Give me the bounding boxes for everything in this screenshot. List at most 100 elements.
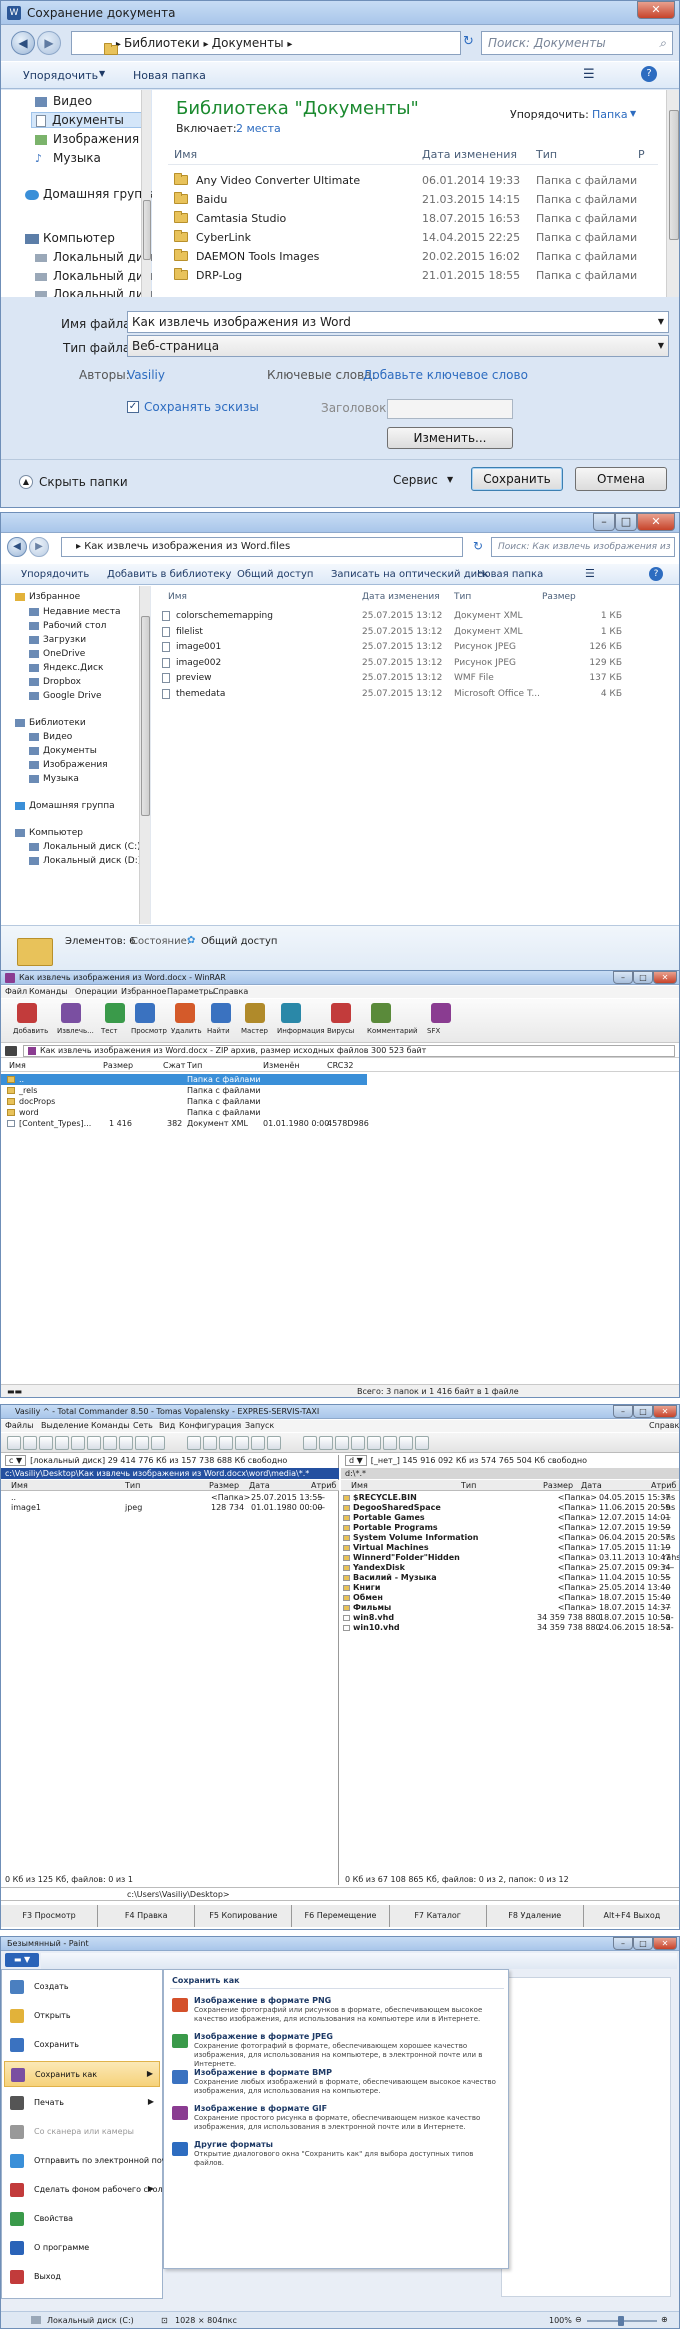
menu-item[interactable]: Выделение	[41, 1421, 89, 1430]
nav-local-disk[interactable]: Локальный диск	[35, 269, 158, 283]
toolbar-icon[interactable]	[383, 1436, 397, 1450]
close-button[interactable]: ✕	[637, 513, 675, 531]
nav-item[interactable]: Локальный диск (C:)	[29, 842, 141, 852]
fkey-button[interactable]: F7 Каталог	[390, 1905, 487, 1927]
refresh-icon[interactable]: ↻	[463, 34, 474, 49]
menu-item[interactable]: О программе	[4, 2235, 160, 2261]
left-path[interactable]: c:\Vasiliy\Desktop\Как извлечь изображен…	[1, 1468, 339, 1479]
file-row[interactable]: filelist 25.07.2015 13:12 Документ XML 1 КБ	[162, 626, 662, 638]
col-type[interactable]: Тип	[187, 1061, 202, 1070]
menu-item[interactable]: Сеть	[133, 1421, 153, 1430]
nav-item[interactable]: Недавние места	[29, 607, 121, 617]
file-row[interactable]: Winnerd"Folder"Hidden <Папка> 03.11.2013 1…	[341, 1553, 679, 1563]
file-row[interactable]: [Content_Types]... 1 416 382 Документ XML 01…	[1, 1118, 679, 1129]
left-drive-bar[interactable]: c ▼ [локальный диск] 29 414 776 Кб из 157…	[1, 1455, 339, 1467]
up-folder-icon[interactable]	[5, 1046, 17, 1056]
file-row[interactable]: DAEMON Tools Images 20.02.2015 16:02 Папка…	[168, 248, 658, 266]
file-row[interactable]: .. <Папка> 25.07.2015 13:55—	[1, 1493, 339, 1503]
nav-item[interactable]: Изображения	[29, 760, 108, 770]
col-attr[interactable]: Атриб	[311, 1480, 336, 1491]
file-row[interactable]: Virtual Machines <Папка> 17.05.2015 11:19—	[341, 1543, 679, 1553]
file-row[interactable]: Portable Programs <Папка> 12.07.2015 19:59…	[341, 1523, 679, 1533]
menu-item[interactable]: Отправить по электронной почте	[4, 2148, 176, 2174]
forward-button[interactable]: ▶	[37, 31, 61, 55]
burn-button[interactable]: Записать на оптический диск	[331, 569, 489, 580]
filename-input[interactable]: Как извлечь изображения из Word ▼	[127, 311, 669, 333]
menu-item[interactable]: Команды	[91, 1421, 130, 1430]
col-date[interactable]: Дата изменения	[362, 592, 440, 602]
organize-button[interactable]: Упорядочить	[21, 569, 89, 580]
col-date[interactable]: Дата	[581, 1480, 602, 1491]
zoom-in-icon[interactable]: ⊕	[661, 2315, 668, 2324]
col-size[interactable]: Размер	[542, 592, 576, 602]
nav-item[interactable]: Документы	[29, 746, 97, 756]
toolbar-icon[interactable]	[103, 1436, 117, 1450]
breadcrumb-documents[interactable]: Документы	[212, 36, 284, 50]
nav-homegroup[interactable]: Домашняя группа	[25, 187, 157, 201]
format-option[interactable]: Изображение в формате BMP Сохранение любы…	[168, 2066, 504, 2104]
file-row[interactable]: image002 25.07.2015 13:12 Рисунок JPEG 129 …	[162, 657, 662, 669]
nav-item[interactable]: Локальный диск (D:)	[29, 856, 141, 866]
address-bar[interactable]: ▸ Как извлечь изображения из Word.files	[61, 537, 463, 557]
format-option[interactable]: Изображение в формате JPEG Сохранение фот…	[168, 2030, 504, 2068]
file-row[interactable]: DRP-Log 21.01.2015 18:55 Папка с файлами	[168, 267, 658, 285]
toolbar-icon[interactable]	[351, 1436, 365, 1450]
minimize-button[interactable]: –	[593, 513, 615, 531]
path-field[interactable]: Как извлечь изображения из Word.docx - Z…	[23, 1045, 675, 1057]
fkey-button[interactable]: F3 Просмотр	[1, 1905, 99, 1927]
paint-menu-button[interactable]: ▬ ▼	[5, 1953, 39, 1967]
menu-help[interactable]: Справка	[649, 1421, 679, 1430]
tool-icon[interactable]	[61, 1003, 81, 1023]
file-row[interactable]: Camtasia Studio 18.07.2015 16:53 Папка с ф…	[168, 210, 658, 228]
toolbar-icon[interactable]	[23, 1436, 37, 1450]
file-row[interactable]: Portable Games <Папка> 12.07.2015 14:01—	[341, 1513, 679, 1523]
menu-item[interactable]: Открыть	[4, 2003, 160, 2029]
menu-item[interactable]: Конфигурация	[179, 1421, 241, 1430]
col-date[interactable]: Дата	[249, 1480, 270, 1491]
file-row[interactable]: _rels Папка с файлами	[1, 1085, 679, 1096]
file-row[interactable]: colorschememapping 25.07.2015 13:12 Докуме…	[162, 610, 662, 622]
right-path[interactable]: d:\*.*	[341, 1468, 679, 1479]
toolbar-icon[interactable]	[335, 1436, 349, 1450]
col-type[interactable]: Тип	[536, 148, 557, 161]
file-scroll-thumb[interactable]	[669, 110, 679, 240]
organize-button[interactable]: Упорядочить	[23, 69, 98, 82]
authors-value[interactable]: Vasiliy	[127, 368, 165, 382]
drive-select[interactable]: c ▼	[5, 1455, 27, 1466]
col-date[interactable]: Дата изменения	[422, 148, 517, 161]
file-row[interactable]: Фильмы <Папка> 18.07.2015 14:37—	[341, 1603, 679, 1613]
file-row[interactable]: YandexDisk <Папка> 25.07.2015 09:34 r—	[341, 1563, 679, 1573]
search-input[interactable]: Поиск: Как извлечь изображения из Word.f…	[491, 537, 675, 557]
menu-item[interactable]: Сохранить как ▶	[4, 2061, 160, 2087]
address-bar[interactable]: ▸ Библиотеки ▸ Документы ▸	[71, 31, 461, 55]
col-packed[interactable]: Сжат	[163, 1061, 185, 1070]
nav-item[interactable]: Избранное	[15, 592, 80, 602]
nav-local-disk[interactable]: Локальный диск	[35, 250, 158, 264]
menu-item[interactable]: Сделать фоном рабочего стола ▶	[4, 2177, 167, 2203]
menu-item[interactable]: Операции	[75, 987, 117, 996]
file-row[interactable]: DegooSharedSpace <Папка> 11.06.2015 20:59-…	[341, 1503, 679, 1513]
menu-item[interactable]: Запуск	[245, 1421, 274, 1430]
menu-item[interactable]: Файл	[5, 987, 27, 996]
toolbar-icon[interactable]	[39, 1436, 53, 1450]
toolbar-icon[interactable]	[319, 1436, 333, 1450]
col-name[interactable]: Имя	[351, 1480, 368, 1491]
nav-computer[interactable]: Компьютер	[25, 231, 115, 245]
menu-item[interactable]: Файлы	[5, 1421, 33, 1430]
nav-item[interactable]: Яндекс.Диск	[29, 663, 103, 673]
file-row[interactable]: preview 25.07.2015 13:12 WMF File 137 КБ	[162, 672, 662, 684]
arrange-dropdown[interactable]: Папка	[592, 108, 628, 121]
service-button[interactable]: Сервис	[393, 473, 438, 487]
tool-icon[interactable]	[245, 1003, 265, 1023]
close-button[interactable]: ✕	[653, 1405, 677, 1418]
view-icon[interactable]: ☰	[585, 567, 595, 580]
new-folder-button[interactable]: Новая папка	[477, 569, 543, 580]
nav-item[interactable]: Библиотеки	[15, 718, 86, 728]
close-button[interactable]: ✕	[637, 1, 675, 19]
breadcrumb-folder[interactable]: Как извлечь изображения из Word.files	[84, 541, 290, 552]
close-button[interactable]: ✕	[653, 1937, 677, 1950]
toolbar-icon[interactable]	[219, 1436, 233, 1450]
file-row[interactable]: Baidu 21.03.2015 14:15 Папка с файлами	[168, 191, 658, 209]
forward-button[interactable]: ▶	[29, 537, 49, 557]
minimize-button[interactable]: –	[613, 971, 633, 984]
